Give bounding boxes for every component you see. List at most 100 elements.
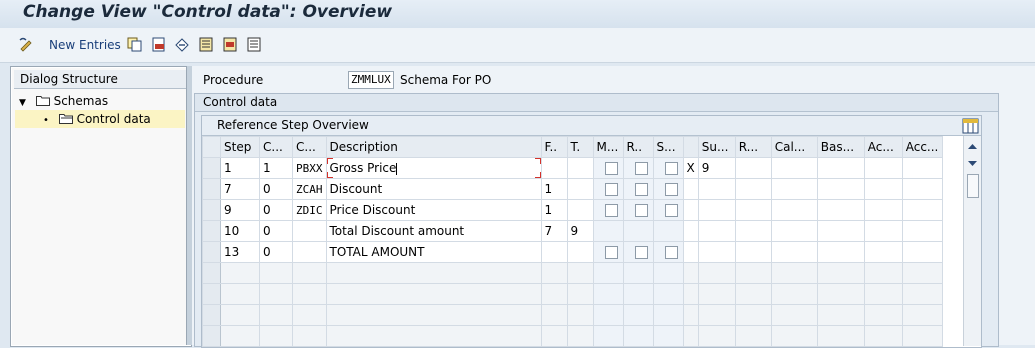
accrual-key-cell[interactable] — [901, 241, 943, 263]
required-cell[interactable] — [622, 178, 654, 200]
statistics-checkbox[interactable] — [664, 204, 678, 217]
required-checkbox[interactable] — [634, 246, 648, 259]
condition-type-cell[interactable] — [292, 241, 327, 263]
scroll-down-icon[interactable] — [964, 156, 981, 170]
column-header[interactable]: S... — [652, 136, 684, 158]
statistics-checkbox[interactable] — [664, 162, 678, 175]
description-cell[interactable]: Discount — [325, 178, 542, 200]
condition-type-cell[interactable] — [292, 220, 327, 242]
calc-type-cell[interactable] — [770, 199, 818, 221]
select-all-column[interactable] — [202, 136, 221, 158]
print-flag-cell[interactable] — [682, 178, 699, 200]
table-row[interactable]: 10 0 Total Discount amount 7 9 — [202, 220, 943, 242]
to-cell[interactable] — [566, 241, 594, 263]
step-cell[interactable]: 13 — [220, 241, 260, 263]
requirement-cell[interactable] — [734, 178, 772, 200]
manual-checkbox[interactable] — [604, 204, 618, 217]
requirement-cell[interactable] — [734, 199, 772, 221]
empty-row[interactable] — [202, 262, 943, 284]
base-type-cell[interactable] — [816, 241, 865, 263]
counter-cell[interactable]: 1 — [259, 157, 293, 179]
step-cell[interactable]: 9 — [220, 199, 260, 221]
statistics-cell[interactable] — [652, 157, 684, 179]
manual-cell[interactable] — [592, 178, 624, 200]
required-cell[interactable] — [622, 199, 654, 221]
table-row[interactable]: 1 1 PBXX Gross Price X 9 — [202, 157, 943, 179]
description-cell[interactable]: Gross Price — [325, 157, 542, 179]
print-flag-cell[interactable]: X — [682, 157, 699, 179]
statistics-cell[interactable] — [652, 220, 684, 242]
from-cell[interactable]: 1 — [540, 178, 568, 200]
column-header[interactable] — [682, 136, 699, 158]
step-cell[interactable]: 10 — [220, 220, 260, 242]
subtotal-cell[interactable] — [697, 199, 736, 221]
manual-checkbox[interactable] — [604, 246, 618, 259]
account-key-cell[interactable] — [863, 220, 903, 242]
counter-cell[interactable]: 0 — [259, 178, 293, 200]
row-selector[interactable] — [202, 178, 221, 200]
column-header[interactable]: C... — [259, 136, 293, 158]
required-checkbox[interactable] — [634, 204, 648, 217]
base-type-cell[interactable] — [816, 220, 865, 242]
account-key-cell[interactable] — [863, 199, 903, 221]
column-header[interactable]: Step — [220, 136, 260, 158]
select-all-icon[interactable] — [199, 37, 214, 52]
tree-item-control-data[interactable]: • Control data — [15, 110, 185, 128]
display-change-icon[interactable] — [19, 37, 34, 52]
calc-type-cell[interactable] — [770, 157, 818, 179]
required-cell[interactable] — [622, 220, 654, 242]
empty-row[interactable] — [202, 304, 943, 326]
base-type-cell[interactable] — [816, 157, 865, 179]
column-header[interactable]: M... — [592, 136, 624, 158]
empty-row[interactable] — [202, 283, 943, 305]
undo-change-icon[interactable] — [175, 37, 190, 52]
required-cell[interactable] — [622, 157, 654, 179]
base-type-cell[interactable] — [816, 178, 865, 200]
step-cell[interactable]: 1 — [220, 157, 260, 179]
table-row[interactable]: 9 0 ZDIC Price Discount 1 — [202, 199, 943, 221]
scroll-up-icon[interactable] — [964, 140, 981, 154]
column-header[interactable]: Acc... — [901, 136, 943, 158]
deselect-all-icon[interactable] — [247, 37, 262, 52]
calc-type-cell[interactable] — [770, 178, 818, 200]
from-cell[interactable]: 1 — [540, 199, 568, 221]
row-selector[interactable] — [202, 220, 221, 242]
from-cell[interactable] — [540, 241, 568, 263]
requirement-cell[interactable] — [734, 157, 772, 179]
column-header[interactable]: T. — [566, 136, 594, 158]
column-header[interactable]: Bas... — [816, 136, 865, 158]
counter-cell[interactable]: 0 — [259, 241, 293, 263]
description-cell[interactable]: Price Discount — [325, 199, 542, 221]
column-header[interactable]: F.. — [540, 136, 568, 158]
manual-cell[interactable] — [592, 241, 624, 263]
print-flag-cell[interactable] — [682, 220, 699, 242]
delete-icon[interactable] — [151, 37, 166, 52]
requirement-cell[interactable] — [734, 220, 772, 242]
statistics-cell[interactable] — [652, 178, 684, 200]
scroll-thumb[interactable] — [967, 174, 979, 198]
column-header[interactable]: Description — [325, 136, 542, 158]
to-cell[interactable]: 9 — [566, 220, 594, 242]
subtotal-cell[interactable]: 9 — [697, 157, 736, 179]
accrual-key-cell[interactable] — [901, 178, 943, 200]
description-cell[interactable]: Total Discount amount — [325, 220, 542, 242]
manual-cell[interactable] — [592, 220, 624, 242]
accrual-key-cell[interactable] — [901, 199, 943, 221]
subtotal-cell[interactable] — [697, 220, 736, 242]
collapse-triangle-icon[interactable]: ▼ — [19, 98, 26, 108]
to-cell[interactable] — [566, 157, 594, 179]
column-header[interactable]: R... — [734, 136, 772, 158]
calc-type-cell[interactable] — [770, 220, 818, 242]
select-block-icon[interactable] — [223, 37, 238, 52]
new-entries-button[interactable]: New Entries — [49, 38, 121, 52]
copy-as-icon[interactable] — [127, 37, 142, 52]
column-header[interactable]: Ac... — [863, 136, 903, 158]
column-header[interactable]: C... — [292, 136, 327, 158]
print-flag-cell[interactable] — [682, 199, 699, 221]
accrual-key-cell[interactable] — [901, 157, 943, 179]
manual-cell[interactable] — [592, 199, 624, 221]
from-cell[interactable] — [540, 157, 568, 179]
condition-type-cell[interactable]: ZDIC — [292, 199, 327, 221]
account-key-cell[interactable] — [863, 178, 903, 200]
from-cell[interactable]: 7 — [540, 220, 568, 242]
